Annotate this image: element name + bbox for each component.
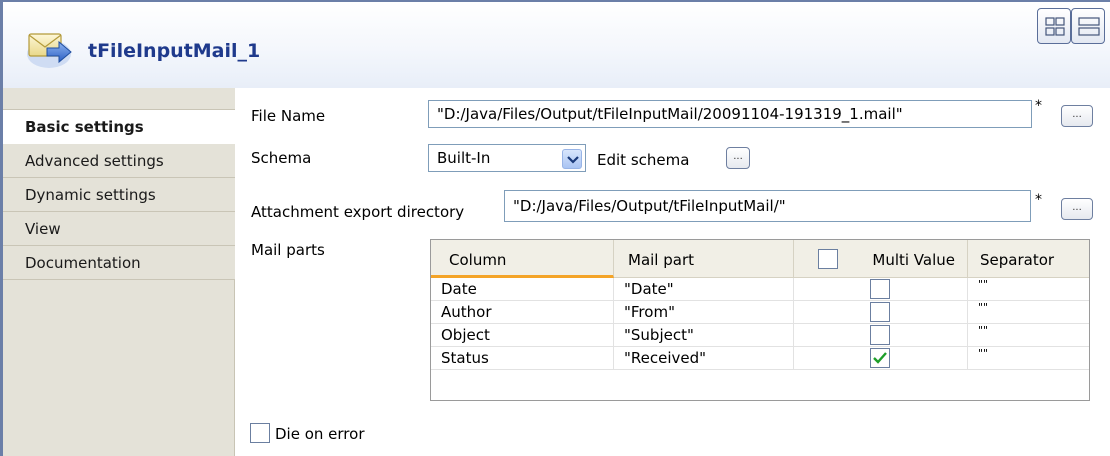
cell-column: Object xyxy=(431,324,614,347)
multi-value-select-all-checkbox[interactable] xyxy=(818,249,838,269)
grid-view-button[interactable] xyxy=(1037,8,1071,44)
column-header-separator[interactable]: Separator xyxy=(968,240,1089,278)
sidebar-spacer xyxy=(3,88,235,110)
table-row[interactable]: Date "Date" "" xyxy=(431,278,1089,301)
list-view-button[interactable] xyxy=(1071,8,1105,44)
cell-mail-part[interactable]: "Subject" xyxy=(614,324,794,347)
cell-column: Status xyxy=(431,347,614,370)
browse-directory-button[interactable]: ... xyxy=(1061,198,1093,220)
sidebar-item-dynamic-settings[interactable]: Dynamic settings xyxy=(3,178,235,212)
cell-column: Date xyxy=(431,278,614,301)
sidebar-item-basic-settings[interactable]: Basic settings xyxy=(3,110,235,144)
cell-separator[interactable]: "" xyxy=(968,324,1089,347)
die-on-error-label: Die on error xyxy=(275,425,365,443)
column-header-label: Multi Value xyxy=(872,251,955,269)
attachment-directory-input[interactable]: "D:/Java/Files/Output/tFileInputMail/" xyxy=(504,190,1031,222)
list-view-icon xyxy=(1078,17,1100,36)
component-settings-panel: tFileInputMail_1 Basic settings Advanced… xyxy=(0,0,1110,456)
cell-column: Author xyxy=(431,301,614,324)
settings-sidebar: Basic settings Advanced settings Dynamic… xyxy=(3,88,235,456)
table-row[interactable]: Object "Subject" "" xyxy=(431,324,1089,347)
grid-view-icon xyxy=(1045,17,1065,36)
check-icon xyxy=(873,352,887,364)
sidebar-item-label: Dynamic settings xyxy=(25,186,156,204)
cell-separator[interactable]: "" xyxy=(968,278,1089,301)
sidebar-item-documentation[interactable]: Documentation xyxy=(3,246,235,280)
panel-header: tFileInputMail_1 xyxy=(3,2,1110,88)
column-header-column[interactable]: Column xyxy=(431,240,614,278)
cell-multi-value xyxy=(794,301,968,324)
edit-schema-label: Edit schema xyxy=(597,151,690,169)
mail-parts-label: Mail parts xyxy=(251,241,325,259)
sidebar-item-label: Documentation xyxy=(25,254,141,272)
cell-separator[interactable]: "" xyxy=(968,347,1089,370)
column-header-mail-part[interactable]: Mail part xyxy=(614,240,794,278)
die-on-error-checkbox[interactable] xyxy=(250,423,270,443)
cell-mail-part[interactable]: "From" xyxy=(614,301,794,324)
sidebar-item-label: View xyxy=(25,220,61,238)
edit-schema-button[interactable]: ... xyxy=(726,147,750,169)
multi-value-checkbox[interactable] xyxy=(870,325,890,345)
column-header-multi-value[interactable]: Multi Value xyxy=(794,240,968,278)
required-marker: * xyxy=(1035,192,1042,208)
chevron-down-icon[interactable] xyxy=(562,149,582,169)
schema-label: Schema xyxy=(251,149,312,167)
sidebar-item-label: Basic settings xyxy=(25,118,144,136)
component-title: tFileInputMail_1 xyxy=(88,40,261,62)
schema-select[interactable]: Built-In xyxy=(428,144,586,172)
attachment-directory-label: Attachment export directory xyxy=(251,203,465,221)
table-row[interactable]: Author "From" "" xyxy=(431,301,1089,324)
cell-multi-value xyxy=(794,278,968,301)
schema-select-value: Built-In xyxy=(437,149,491,167)
file-name-label: File Name xyxy=(251,107,326,125)
multi-value-checkbox[interactable] xyxy=(870,279,890,299)
cell-separator[interactable]: "" xyxy=(968,301,1089,324)
mail-parts-table[interactable]: Column Mail part Multi Value Separator D… xyxy=(430,239,1090,401)
mail-envelope-icon xyxy=(25,24,77,70)
table-row[interactable]: Status "Received" "" xyxy=(431,347,1089,370)
required-marker: * xyxy=(1035,98,1042,114)
multi-value-checkbox[interactable] xyxy=(870,348,890,368)
file-name-input[interactable]: "D:/Java/Files/Output/tFileInputMail/200… xyxy=(428,100,1032,128)
cell-mail-part[interactable]: "Date" xyxy=(614,278,794,301)
cell-multi-value xyxy=(794,347,968,370)
sidebar-item-label: Advanced settings xyxy=(25,152,164,170)
cell-multi-value xyxy=(794,324,968,347)
multi-value-checkbox[interactable] xyxy=(870,302,890,322)
browse-file-button[interactable]: ... xyxy=(1061,105,1093,127)
cell-mail-part[interactable]: "Received" xyxy=(614,347,794,370)
table-header: Column Mail part Multi Value Separator xyxy=(431,240,1089,278)
sidebar-item-advanced-settings[interactable]: Advanced settings xyxy=(3,144,235,178)
sidebar-item-view[interactable]: View xyxy=(3,212,235,246)
